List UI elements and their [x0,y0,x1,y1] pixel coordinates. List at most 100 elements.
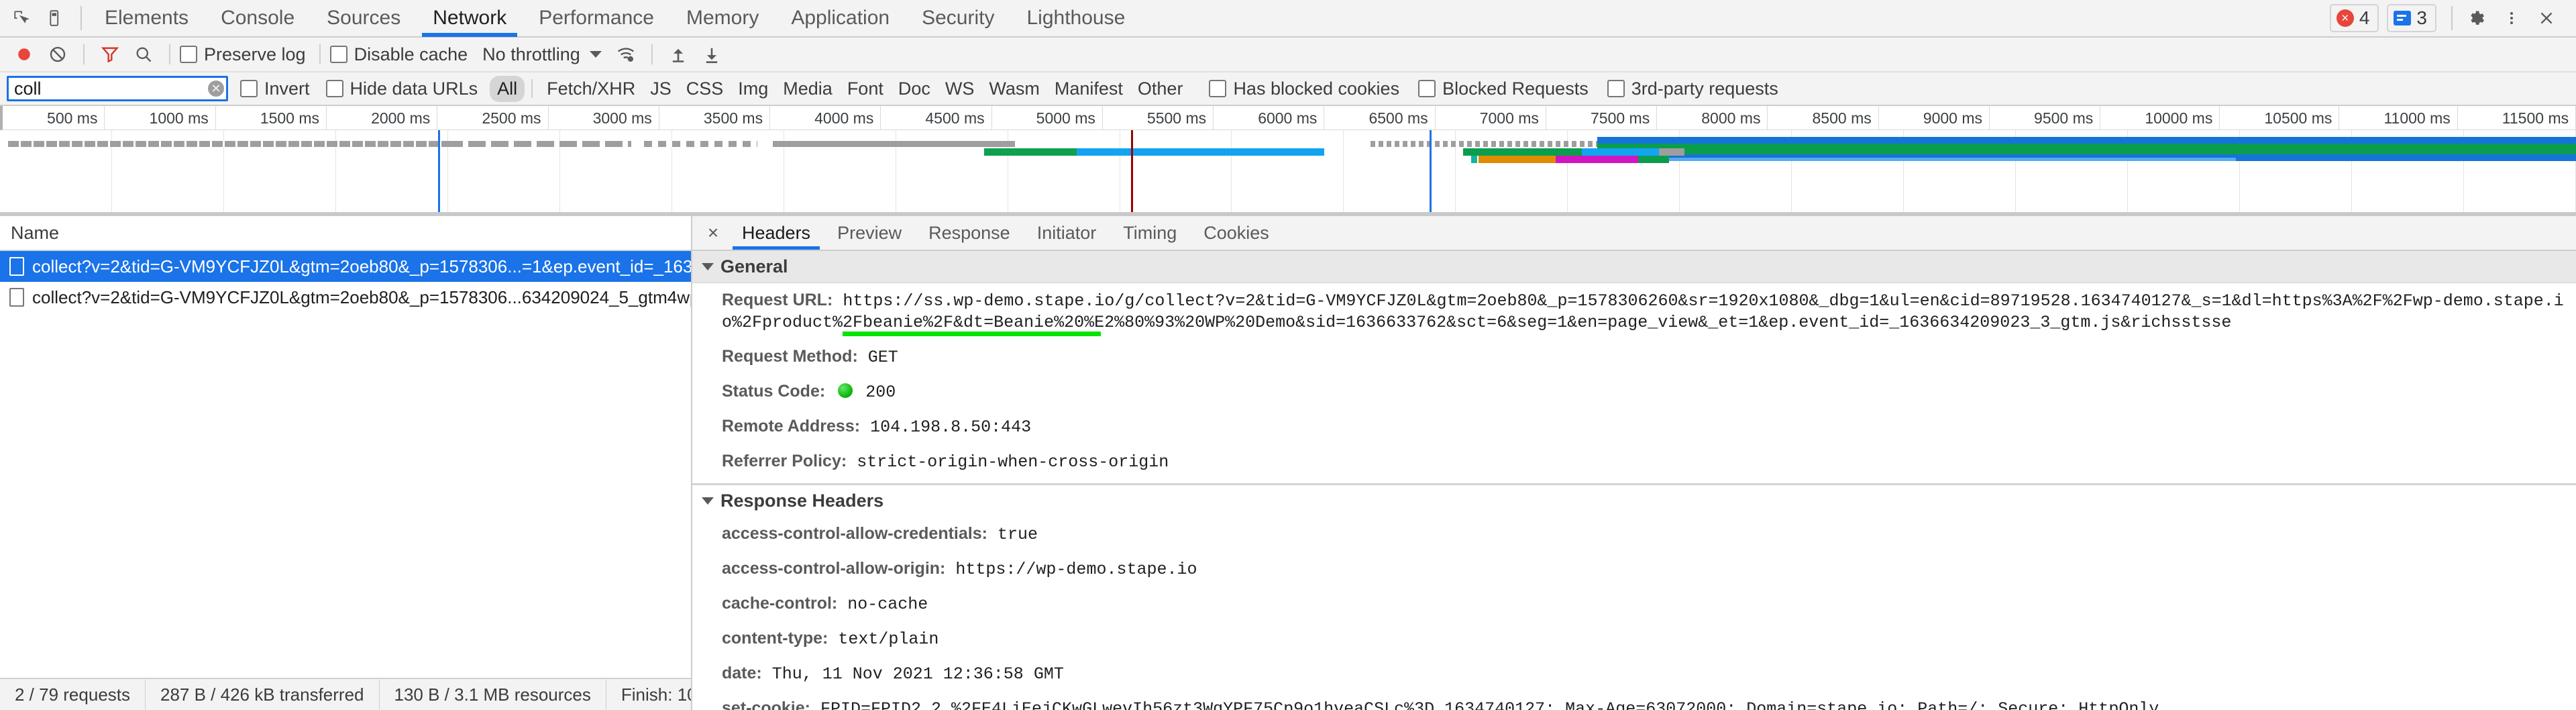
headers-panel: General Request URL: https://ss.wp-demo.… [692,251,2576,710]
status-code-row: Status Code: 200 [692,374,2576,409]
overview-band-green [984,148,1077,156]
tab-security[interactable]: Security [906,0,1010,37]
tab-response[interactable]: Response [915,216,1024,250]
inspect-element-icon[interactable] [4,2,39,34]
blocked-requests-checkbox[interactable]: Blocked Requests [1418,79,1589,99]
header-value: no-cache [847,595,928,614]
hide-data-urls-label: Hide data URLs [350,79,478,99]
has-blocked-cookies-checkbox[interactable]: Has blocked cookies [1209,79,1399,99]
error-icon: × [2337,9,2354,27]
search-icon[interactable] [127,40,160,69]
ruler-tick: 4000 ms [770,106,881,130]
preserve-log-checkbox[interactable]: Preserve log [180,44,306,65]
type-filter-ws[interactable]: WS [938,76,982,102]
status-resources: 130 B / 3.1 MB resources [380,680,606,709]
request-rows[interactable]: collect?v=2&tid=G-VM9YCFJZ0L&gtm=2oeb80&… [0,251,691,678]
disable-cache-checkbox[interactable]: Disable cache [330,44,468,65]
third-party-requests-checkbox[interactable]: 3rd-party requests [1607,79,1778,99]
clear-filter-icon[interactable]: ✕ [208,81,224,97]
document-icon [9,288,24,307]
status-transferred: 287 B / 426 kB transferred [146,680,380,709]
document-icon [9,257,24,276]
message-counter[interactable]: 3 [2387,4,2436,32]
tab-elements[interactable]: Elements [89,0,205,37]
header-value: text/plain [838,629,938,649]
tab-application-label: Application [791,7,890,30]
request-method-value: GET [868,348,898,367]
filter-input[interactable] [7,76,228,101]
ruler-tick: 4500 ms [881,106,991,130]
dom-content-loaded-marker [438,130,440,212]
ruler-tick: 8000 ms [1657,106,1768,130]
type-filter-wasm[interactable]: Wasm [981,76,1047,102]
close-icon[interactable] [2529,2,2564,34]
response-headers-section-header[interactable]: Response Headers [692,485,2576,517]
tab-lighthouse[interactable]: Lighthouse [1010,0,1141,37]
tab-security-label: Security [922,7,994,30]
network-conditions-icon[interactable] [610,40,642,69]
network-overview-chart[interactable] [0,130,2576,216]
overview-band-green-small [1463,148,1582,156]
type-filter-fetch-xhr[interactable]: Fetch/XHR [539,76,643,102]
invert-checkbox[interactable]: Invert [240,79,310,99]
tab-preview[interactable]: Preview [824,216,915,250]
tab-headers[interactable]: Headers [729,216,824,250]
hide-data-urls-checkbox[interactable]: Hide data URLs [326,79,478,99]
remote-address-value: 104.198.8.50:443 [870,417,1031,437]
toolbar-divider [80,6,82,30]
general-section-title: General [720,256,788,277]
tab-cookies[interactable]: Cookies [1190,216,1283,250]
type-filter-font[interactable]: Font [840,76,891,102]
tab-initiator[interactable]: Initiator [1024,216,1110,250]
detail-tabs: × Headers Preview Response Initiator Tim… [692,216,2576,251]
type-filter-media[interactable]: Media [775,76,840,102]
tab-lighthouse-label: Lighthouse [1026,7,1125,30]
tab-sources[interactable]: Sources [311,0,417,37]
error-counter[interactable]: × 4 [2330,4,2379,32]
tab-memory[interactable]: Memory [670,0,775,37]
response-header-row: set-cookie: FPID=FPID2.2.%2FE4LiEejCKwGL… [692,691,2576,710]
request-url-value-wrap[interactable]: https://ss.wp-demo.stape.io/g/collect?v=… [722,291,2564,332]
gear-icon[interactable] [2459,2,2494,34]
referrer-policy-value: strict-origin-when-cross-origin [857,452,1169,472]
filter-icon[interactable] [94,40,126,69]
right-divider [2451,6,2453,30]
tab-performance[interactable]: Performance [523,0,670,37]
type-sep [531,79,533,98]
record-button[interactable] [8,40,40,69]
ruler-tick: 11000 ms [2339,106,2457,130]
chevron-down-icon [702,263,714,270]
type-filter-js[interactable]: JS [643,76,679,102]
clear-button[interactable] [42,40,74,69]
invert-label: Invert [264,79,310,99]
type-filter-css[interactable]: CSS [679,76,731,102]
type-filter-all[interactable]: All [490,76,525,102]
preserve-log-box [180,46,197,63]
ruler-tick: 10500 ms [2220,106,2339,130]
device-toolbar-icon[interactable] [39,2,74,34]
tab-timing[interactable]: Timing [1110,216,1190,250]
filter-bar: ✕ Invert Hide data URLs All Fetch/XHR JS… [0,72,2576,106]
tab-application[interactable]: Application [775,0,906,37]
tab-console[interactable]: Console [205,0,311,37]
ruler-tick: 9000 ms [1879,106,1990,130]
request-table-header[interactable]: Name [0,216,691,251]
blocked-requests-box [1418,80,1436,97]
more-options-icon[interactable] [2494,2,2529,34]
table-row[interactable]: collect?v=2&tid=G-VM9YCFJZ0L&gtm=2oeb80&… [0,251,691,282]
header-key: content-type: [722,629,828,648]
general-section-header[interactable]: General [692,251,2576,283]
import-har-icon[interactable] [662,40,694,69]
type-filter-manifest[interactable]: Manifest [1047,76,1130,102]
throttling-dropdown[interactable]: No throttling [482,44,602,65]
type-filter-img[interactable]: Img [731,76,775,102]
type-filter-doc[interactable]: Doc [891,76,938,102]
type-filter-other[interactable]: Other [1130,76,1191,102]
tab-network[interactable]: Network [417,0,523,37]
table-row[interactable]: collect?v=2&tid=G-VM9YCFJZ0L&gtm=2oeb80&… [0,282,691,313]
status-ok-icon [838,383,853,398]
timeline-ruler[interactable]: 500 ms 1000 ms 1500 ms 2000 ms 2500 ms 3… [0,106,2576,130]
main-tabs: Elements Console Sources Network Perform… [89,0,1141,37]
export-har-icon[interactable] [696,40,728,69]
close-detail-icon[interactable]: × [698,216,729,250]
